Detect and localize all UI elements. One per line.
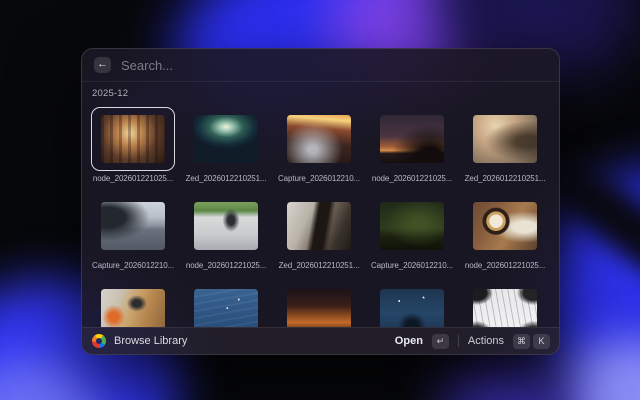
photo-item[interactable]: node_202601221025... xyxy=(370,107,454,185)
footer-divider xyxy=(458,335,459,347)
person-walking-pavement-thumbnail xyxy=(194,202,258,250)
search-bar: ← xyxy=(82,49,559,82)
photo-thumbnail-frame xyxy=(184,194,268,258)
photo-thumbnail-frame xyxy=(277,107,361,171)
photo-item[interactable] xyxy=(463,281,547,327)
photo-filename: Zed_2026012210251... xyxy=(463,174,547,185)
foggy-sepia-tree-thumbnail xyxy=(473,115,537,163)
photo-item[interactable]: Zed_2026012210251... xyxy=(184,107,268,185)
photo-item[interactable]: node_202601221025... xyxy=(463,194,547,272)
search-input[interactable] xyxy=(121,58,547,73)
photo-thumbnail-frame xyxy=(277,281,361,327)
photo-thumbnail-frame xyxy=(463,107,547,171)
return-key-icon: ↵ xyxy=(432,334,449,349)
photo-item[interactable] xyxy=(370,281,454,327)
media-browser-panel: ← 2025-12 node_202601221025... Zed_202601… xyxy=(81,48,560,355)
photo-filename: node_202601221025... xyxy=(91,174,175,185)
photo-filename: Zed_2026012210251... xyxy=(184,174,268,185)
swimmer-starry-water-thumbnail xyxy=(380,289,444,327)
photo-grid: node_202601221025... Zed_2026012210251...… xyxy=(91,107,556,327)
sunlit-forest-thumbnail xyxy=(101,115,165,163)
library-source-icon xyxy=(92,334,106,348)
desk-orange-chair-thumbnail xyxy=(101,289,165,327)
footer-bar: Browse Library Open ↵ Actions ⌘ K xyxy=(82,327,559,354)
photo-item[interactable]: Capture_2026012210... xyxy=(91,194,175,272)
photo-item[interactable]: node_202601221025... xyxy=(184,194,268,272)
desert-dunes-dusk-thumbnail xyxy=(287,289,351,327)
photo-filename: Capture_2026012210... xyxy=(370,261,454,272)
photo-item[interactable]: Capture_2026012210... xyxy=(370,194,454,272)
photo-filename: node_202601221025... xyxy=(184,261,268,272)
photo-thumbnail-frame xyxy=(370,107,454,171)
dusk-sky-tree-silhouette-thumbnail xyxy=(380,115,444,163)
actions-button[interactable]: Actions xyxy=(468,335,504,347)
photo-item[interactable]: node_202601221025... xyxy=(91,107,175,185)
back-button[interactable]: ← xyxy=(94,57,111,73)
road-through-trees-thumbnail xyxy=(194,115,258,163)
photo-filename: node_202601221025... xyxy=(463,261,547,272)
photo-thumbnail-frame xyxy=(91,107,175,171)
sunset-rocky-stream-thumbnail xyxy=(287,115,351,163)
photo-filename: node_202601221025... xyxy=(370,174,454,185)
photo-item[interactable]: Zed_2026012210251... xyxy=(463,107,547,185)
turntable-closeup-thumbnail xyxy=(287,202,351,250)
section-header-date: 2025-12 xyxy=(92,88,559,99)
latte-on-wood-table-thumbnail xyxy=(473,202,537,250)
photo-thumbnail-frame xyxy=(91,281,175,327)
photo-filename: Capture_2026012210... xyxy=(91,261,175,272)
photo-thumbnail-frame xyxy=(370,194,454,258)
dark-green-night-sky-thumbnail xyxy=(380,202,444,250)
k-key-icon: K xyxy=(533,334,550,349)
photo-thumbnail-frame xyxy=(91,194,175,258)
photo-item[interactable] xyxy=(184,281,268,327)
calm-lake-dusk-thumbnail xyxy=(101,202,165,250)
skyscrapers-looking-up-thumbnail xyxy=(473,289,537,327)
photo-thumbnail-frame xyxy=(184,281,268,327)
photo-item[interactable] xyxy=(91,281,175,327)
open-button[interactable]: Open xyxy=(395,335,423,347)
cmd-key-icon: ⌘ xyxy=(513,334,530,349)
photo-filename: Zed_2026012210251... xyxy=(277,261,361,272)
back-arrow-icon: ← xyxy=(97,58,108,70)
photo-item[interactable]: Zed_2026012210251... xyxy=(277,194,361,272)
photo-item[interactable] xyxy=(277,281,361,327)
library-source-label: Browse Library xyxy=(114,335,187,347)
photo-thumbnail-frame xyxy=(463,281,547,327)
photo-filename: Capture_2026012210... xyxy=(277,174,361,185)
photo-item[interactable]: Capture_2026012210... xyxy=(277,107,361,185)
photo-thumbnail-frame xyxy=(463,194,547,258)
photo-thumbnail-frame xyxy=(370,281,454,327)
photo-thumbnail-frame xyxy=(277,194,361,258)
photo-thumbnail-frame xyxy=(184,107,268,171)
results-area: 2025-12 node_202601221025... Zed_20260122… xyxy=(82,82,559,327)
blue-ocean-birds-thumbnail xyxy=(194,289,258,327)
